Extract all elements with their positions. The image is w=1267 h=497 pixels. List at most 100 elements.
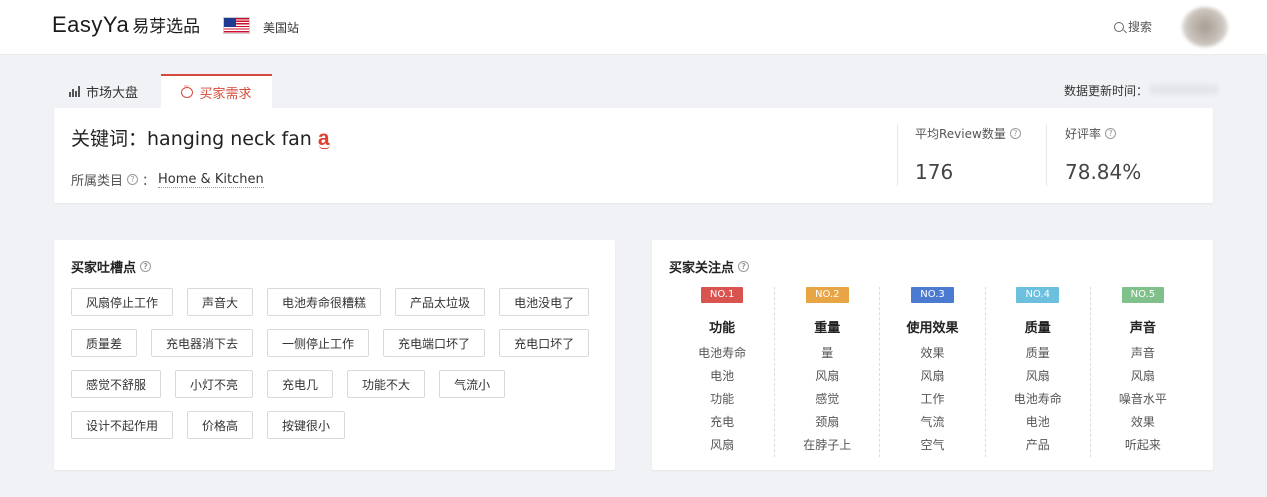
amazon-icon[interactable]: a [318, 127, 330, 151]
update-time-label: 数据更新时间： [1064, 84, 1149, 98]
concern-column: NO.2 重量量风扇 感觉 颈扇 在脖子上 [775, 287, 881, 457]
us-flag-icon[interactable] [223, 17, 250, 34]
tab-buyer-demand[interactable]: 买家需求 [161, 74, 272, 108]
complaint-tag[interactable]: 小灯不亮 [175, 370, 254, 398]
concern-item: 质量 [1025, 346, 1050, 360]
concern-item: 噪音水平 [1118, 392, 1167, 406]
help-icon[interactable]: ? [140, 261, 152, 272]
concern-item: 电池寿命 [698, 346, 747, 360]
category-row: 所属类目 ? ： Home & Kitchen [71, 170, 264, 189]
buyer-concerns-card: 买家关注点 ? NO.1 功能 电池寿命 电池 功能 充电 风扇 NO.2 重量量风扇 感觉 颈扇在… [652, 240, 1213, 470]
concern-item: 风扇 [1130, 369, 1155, 383]
concern-column: NO.4 质量 质量 风扇 电池寿命 电池 产品 [986, 287, 1091, 457]
concern-column: NO.5 声音 声音 风扇 噪音水平 效果 听起来 [1091, 287, 1195, 457]
concerns-title: 买家关注点 [669, 261, 735, 276]
complaint-tag[interactable]: 电池寿命很糟糕 [267, 288, 382, 316]
concern-item: 声音 [1130, 346, 1155, 360]
category-value[interactable]: Home & Kitchen [158, 172, 264, 188]
keyword-summary-card: 关键词： hanging neck fan a 所属类目 ? ： Home & … [54, 108, 1213, 203]
concern-item: 工作 [920, 392, 945, 406]
concern-heading: 功能 [709, 321, 736, 336]
rank-badge: NO.3 [911, 287, 954, 303]
concern-heading: 质量 [1024, 321, 1051, 336]
concern-item: 气流 [920, 415, 945, 429]
metric-value: 176 [915, 160, 954, 184]
concern-column: NO.1 功能 电池寿命 电池 功能 充电 风扇 [670, 287, 776, 457]
keyword-prefix: 关键词： [71, 128, 148, 150]
complaint-tag[interactable]: 声音大 [187, 288, 254, 316]
tab-label: 市场大盘 [86, 85, 139, 101]
concern-item: 风扇 [1025, 369, 1050, 383]
tab-label: 买家需求 [199, 86, 252, 102]
concern-item: 感觉 [815, 392, 840, 406]
complaint-tag[interactable]: 质量差 [71, 329, 138, 357]
category-label: 所属类目 [71, 174, 124, 189]
complaint-tag[interactable]: 气流小 [439, 370, 506, 398]
divider [897, 124, 898, 186]
buyer-complaints-card: 买家吐槽点 ? 风扇停止工作 声音大 电池寿命很糟糕 产品太垃圾 电池没电了质量差 充电器… [54, 240, 615, 470]
category-separator: ： [142, 174, 156, 189]
concern-item: 空气 [920, 438, 945, 452]
help-icon[interactable]: ? [738, 261, 750, 272]
complaint-tag[interactable]: 一侧停止工作 [267, 329, 370, 357]
concern-item: 风扇 [815, 369, 840, 383]
concern-item: 在脖子上 [803, 438, 852, 452]
complaint-tag[interactable]: 功能不大 [347, 370, 426, 398]
metric-value: 78.84% [1065, 160, 1142, 184]
complaint-tag[interactable]: 设计不起作用 [71, 411, 174, 439]
search-button[interactable]: 搜索 [1114, 18, 1152, 35]
rank-badge: NO.4 [1016, 287, 1059, 303]
search-icon [1114, 21, 1124, 32]
tab-market-overview[interactable]: 市场大盘 [69, 74, 138, 108]
app-logo[interactable]: EasyYa 易芽选品 [52, 12, 200, 38]
concern-columns: NO.1 功能 电池寿命 电池 功能 充电 风扇 NO.2 重量量风扇 感觉 颈扇 在脖子上 NO.3 使… [670, 287, 1195, 457]
help-icon[interactable]: ? [1105, 128, 1117, 139]
complaint-tag[interactable]: 充电几 [267, 370, 334, 398]
chat-bubble-icon [181, 82, 194, 98]
top-header: EasyYa 易芽选品 美国站 搜索 [0, 0, 1267, 55]
card-title: 买家吐槽点 ? [71, 257, 155, 276]
complaint-tag[interactable]: 风扇停止工作 [71, 288, 174, 316]
concern-item: 电池 [1025, 415, 1050, 429]
complaint-tag[interactable]: 按键很小 [267, 411, 346, 439]
concern-heading: 使用效果 [906, 321, 959, 336]
concern-item: 风扇 [710, 438, 735, 452]
complaint-tag[interactable]: 充电端口坏了 [383, 329, 486, 357]
complaint-tag[interactable]: 充电器消下去 [151, 329, 254, 357]
search-label: 搜索 [1128, 20, 1153, 34]
concern-item: 效果 [920, 346, 945, 360]
keyword-text: hanging neck fan [147, 128, 312, 150]
help-icon[interactable]: ? [1009, 128, 1021, 139]
concern-item: 充电 [710, 415, 735, 429]
concern-item: 产品 [1025, 438, 1050, 452]
complaint-tag[interactable]: 电池没电了 [499, 288, 590, 316]
update-time-value [1150, 84, 1218, 95]
concern-item: 颈扇 [815, 415, 840, 429]
complaint-tag-list: 风扇停止工作 声音大 电池寿命很糟糕 产品太垃圾 电池没电了质量差 充电器消下去 一侧停止工… [71, 288, 601, 439]
user-avatar[interactable] [1182, 7, 1228, 47]
divider [1046, 124, 1047, 186]
complaints-title: 买家吐槽点 [71, 261, 137, 276]
concern-item: 听起来 [1124, 438, 1161, 452]
logo-english: EasyYa [52, 12, 130, 37]
concern-item: 功能 [710, 392, 735, 406]
concern-heading: 声音 [1129, 321, 1156, 336]
concern-item: 效果 [1130, 415, 1155, 429]
help-icon[interactable]: ? [127, 174, 139, 185]
keyword-title: 关键词： hanging neck fan a [71, 124, 330, 151]
site-selector[interactable]: 美国站 [263, 19, 299, 36]
avg-review-metric: 平均Review数量 ? 176 [915, 125, 1025, 184]
concern-heading: 重量 [814, 321, 841, 336]
complaint-tag[interactable]: 价格高 [187, 411, 254, 439]
concern-item: 电池寿命 [1013, 392, 1062, 406]
metric-label: 好评率 [1065, 127, 1102, 141]
positive-rate-metric: 好评率 ? 78.84% [1065, 125, 1141, 184]
complaint-tag[interactable]: 感觉不舒服 [71, 370, 162, 398]
complaint-tag[interactable]: 充电口坏了 [499, 329, 590, 357]
complaint-tag[interactable]: 产品太垃圾 [395, 288, 486, 316]
concern-item: 电池 [710, 369, 735, 383]
concern-column: NO.3 使用效果效果风扇工作气流空气 [880, 287, 986, 457]
concern-item: 风扇 [920, 369, 945, 383]
logo-chinese: 易芽选品 [132, 17, 201, 37]
rank-badge: NO.1 [700, 287, 744, 303]
